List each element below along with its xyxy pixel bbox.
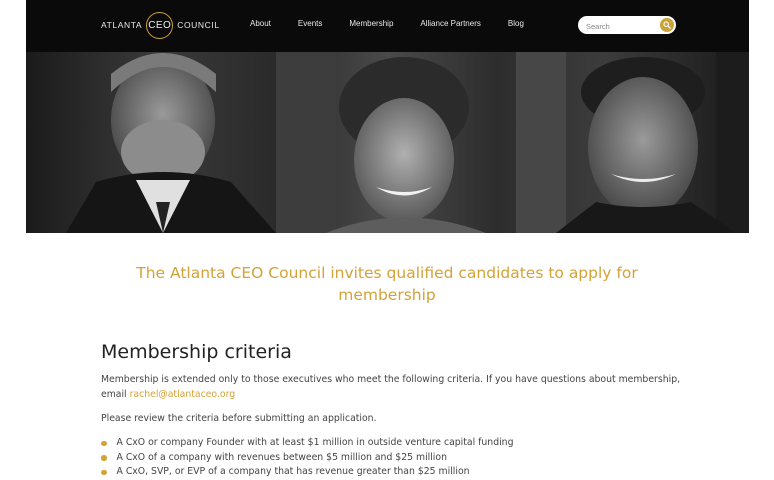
search-input[interactable] (578, 17, 658, 34)
list-item: A CxO, SVP, or EVP of a company that has… (101, 465, 681, 480)
list-item: A CxO or company Founder with at least $… (101, 436, 681, 451)
criteria-list: A CxO or company Founder with at least $… (101, 436, 681, 480)
page-headline: The Atlanta CEO Council invites qualifie… (136, 264, 638, 304)
nav-events[interactable]: Events (298, 19, 322, 28)
criteria-text: A CxO of a company with revenues between… (116, 451, 447, 463)
search-button[interactable] (660, 18, 674, 32)
nav-about[interactable]: About (250, 19, 271, 28)
criteria-text: A CxO or company Founder with at least $… (116, 437, 514, 448)
site-header: ATLANTA CEO COUNCIL About Events Members… (26, 0, 749, 52)
logo-text-center: CEO (148, 19, 172, 31)
bullet-icon (101, 455, 107, 461)
nav-alliance-partners[interactable]: Alliance Partners (420, 19, 480, 28)
review-paragraph: Please review the criteria before submit… (101, 413, 377, 424)
hero-photo (26, 52, 749, 233)
bullet-icon (101, 469, 107, 475)
nav-blog[interactable]: Blog (508, 19, 524, 28)
list-item: A CxO of a company with revenues between… (101, 451, 681, 466)
contact-email-link[interactable]: rachel@atlantaceo.org (130, 389, 236, 400)
site-logo[interactable]: ATLANTA CEO COUNCIL (101, 10, 220, 40)
intro-paragraph: Membership is extended only to those exe… (101, 372, 681, 402)
logo-ring-icon: CEO (146, 11, 174, 39)
logo-text-left: ATLANTA (101, 20, 143, 30)
criteria-text: A CxO, SVP, or EVP of a company that has… (116, 466, 470, 477)
membership-criteria-section: Membership criteria Membership is extend… (101, 340, 681, 480)
search-icon (663, 21, 671, 29)
section-title: Membership criteria (101, 341, 292, 363)
bullet-icon (101, 440, 107, 446)
search-box (578, 16, 676, 34)
hero-photo-illustration (66, 52, 749, 233)
nav-membership[interactable]: Membership (349, 19, 393, 28)
main-nav: About Events Membership Alliance Partner… (250, 19, 551, 28)
logo-text-right: COUNCIL (177, 20, 220, 30)
